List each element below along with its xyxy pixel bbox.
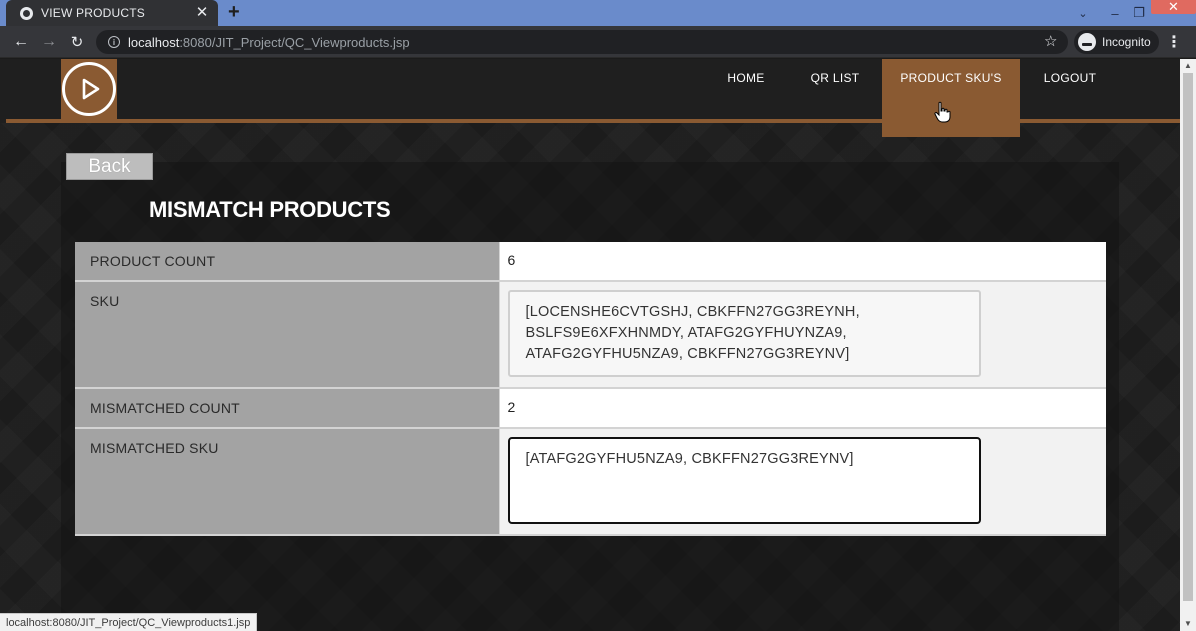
forward-arrow-icon[interactable]: →	[36, 26, 62, 58]
new-tab-button[interactable]: +	[228, 1, 240, 23]
product-count-value: 6	[499, 242, 1106, 282]
table-row: PRODUCT COUNT 6	[75, 242, 1106, 282]
sku-label: SKU	[75, 281, 500, 389]
sku-textarea[interactable]: [LOCENSHE6CVTGSHJ, CBKFFN27GG3REYNH, BSL…	[507, 290, 981, 377]
mismatched-sku-textarea[interactable]: [ATAFG2GYFHU5NZA9, CBKFFN27GG3REYNV]	[507, 437, 981, 524]
scroll-down-icon[interactable]: ▼	[1184, 619, 1192, 628]
nav-product-skus[interactable]: PRODUCT SKU'S	[882, 59, 1020, 137]
tab-title: VIEW PRODUCTS	[41, 6, 145, 20]
reload-icon[interactable]: ↻	[64, 26, 90, 58]
window-close-icon[interactable]: ✕	[1151, 0, 1196, 14]
mismatched-sku-label: MISMATCHED SKU	[75, 428, 500, 536]
info-icon[interactable]: i	[108, 36, 120, 48]
tab-close-button[interactable]: ✕	[194, 5, 210, 21]
sku-cell: [LOCENSHE6CVTGSHJ, CBKFFN27GG3REYNH, BSL…	[499, 281, 1106, 389]
nav-qr-list[interactable]: QR LIST	[800, 59, 870, 137]
hand-cursor-icon	[934, 101, 951, 123]
globe-icon	[20, 6, 33, 20]
mismatched-sku-cell: [ATAFG2GYFHU5NZA9, CBKFFN27GG3REYNV]	[499, 428, 1106, 536]
table-row: SKU [LOCENSHE6CVTGSHJ, CBKFFN27GG3REYNH,…	[75, 281, 1106, 389]
back-arrow-icon[interactable]: ←	[8, 26, 34, 58]
bookmark-star-icon[interactable]: ☆	[1044, 32, 1057, 50]
browser-tab[interactable]: VIEW PRODUCTS ✕	[6, 0, 218, 26]
nav-logout-label: LOGOUT	[1043, 71, 1097, 85]
nav-logout[interactable]: LOGOUT	[1032, 59, 1108, 137]
tab-strip: VIEW PRODUCTS ✕ + ⌄ – ❐ ✕	[0, 0, 1196, 26]
back-button[interactable]: Back	[66, 153, 153, 180]
page-scrollbar[interactable]: ▲ ▼	[1180, 59, 1196, 631]
incognito-icon	[1078, 33, 1096, 51]
mismatch-table: PRODUCT COUNT 6 SKU [LOCENSHE6CVTGSHJ, C…	[75, 242, 1106, 536]
page-title: MISMATCH PRODUCTS	[149, 197, 391, 222]
product-count-label: PRODUCT COUNT	[75, 242, 500, 282]
address-bar: ← → ↻ i localhost:8080/JIT_Project/QC_Vi…	[0, 26, 1196, 58]
url-field[interactable]: i localhost:8080/JIT_Project/QC_Viewprod…	[96, 30, 1068, 54]
play-logo-icon	[62, 62, 116, 116]
mismatched-count-value: 2	[499, 388, 1106, 429]
status-bar: localhost:8080/JIT_Project/QC_Viewproduc…	[0, 613, 258, 631]
incognito-label: Incognito	[1102, 35, 1151, 49]
restore-icon[interactable]: ❐	[1128, 0, 1150, 26]
nav-home[interactable]: HOME	[712, 59, 780, 137]
browser-menu-icon[interactable]: ⋮	[1166, 32, 1182, 52]
nav-qr-list-label: QR LIST	[810, 71, 860, 85]
table-row: MISMATCHED COUNT 2	[75, 388, 1106, 429]
incognito-badge[interactable]: Incognito	[1074, 30, 1159, 54]
tab-search-icon[interactable]: ⌄	[1072, 0, 1094, 26]
scroll-up-icon[interactable]: ▲	[1184, 61, 1192, 70]
nav-home-label: HOME	[727, 71, 765, 85]
table-row: MISMATCHED SKU [ATAFG2GYFHU5NZA9, CBKFFN…	[75, 428, 1106, 536]
mismatched-count-label: MISMATCHED COUNT	[75, 388, 500, 429]
url-path: :8080/JIT_Project/QC_Viewproducts.jsp	[179, 34, 410, 50]
site-logo[interactable]	[61, 59, 117, 119]
scroll-thumb[interactable]	[1183, 73, 1193, 601]
url-host: localhost	[128, 34, 180, 50]
nav-product-skus-label: PRODUCT SKU'S	[900, 71, 1002, 85]
minimize-icon[interactable]: –	[1104, 0, 1126, 26]
